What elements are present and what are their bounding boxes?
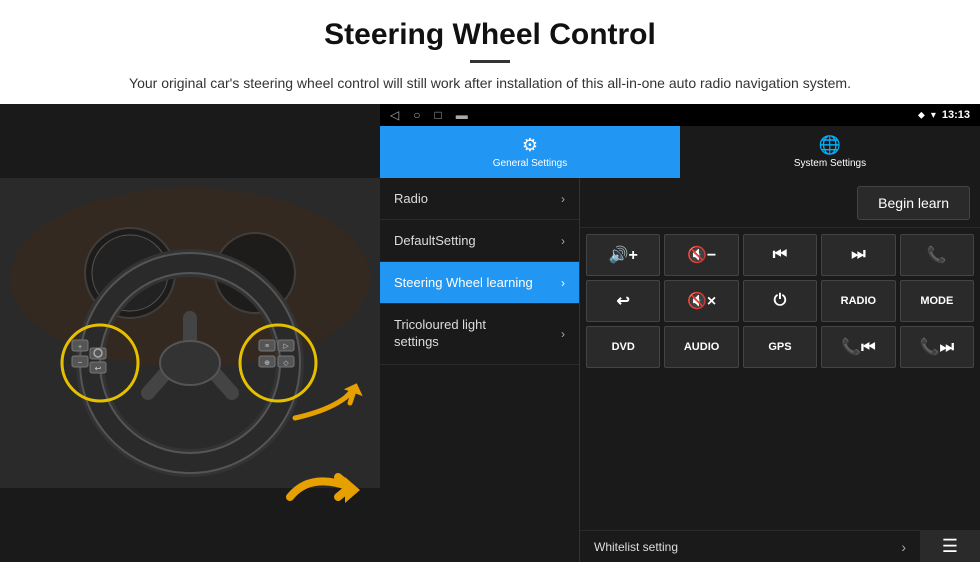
menu-item-steering-label: Steering Wheel learning <box>394 275 533 290</box>
status-bar: ◁ ○ □ ▬ ⬥ ▾ 13:13 <box>380 104 980 126</box>
tel-prev-button[interactable]: 📞⏮ <box>821 326 895 368</box>
tel-prev-icon: 📞⏮ <box>841 337 875 357</box>
android-panel: ◁ ○ □ ▬ ⬥ ▾ 13:13 ⚙ General Settings <box>380 104 980 562</box>
skip-back-icon: ⏮ <box>773 246 787 264</box>
arrow-icon <box>280 452 370 542</box>
recents-icon[interactable]: □ <box>434 108 441 122</box>
svg-text:◇: ◇ <box>283 360 289 367</box>
list-icon: ☰ <box>942 536 958 557</box>
svg-text:↩: ↩ <box>95 364 102 373</box>
whitelist-setting-item[interactable]: Whitelist setting › <box>580 533 920 561</box>
power-button[interactable]: ⏻ <box>743 280 817 322</box>
svg-text:≡: ≡ <box>265 343 269 350</box>
header-divider <box>470 60 510 63</box>
header-section: Steering Wheel Control Your original car… <box>0 0 980 104</box>
tab-bar: ⚙ General Settings 🌐 System Settings <box>380 126 980 178</box>
whitelist-label: Whitelist setting <box>594 540 678 554</box>
svg-text:−: − <box>78 358 83 367</box>
menu-panel: Radio › DefaultSetting › Steering Wheel … <box>380 178 980 562</box>
hangup-icon: ↩ <box>616 291 629 311</box>
svg-text:+: + <box>78 344 82 351</box>
status-icons: ⬥ ▾ 13:13 <box>918 109 970 121</box>
tab-system-label: System Settings <box>794 158 866 169</box>
menu-item-radio[interactable]: Radio › <box>380 178 579 220</box>
control-row-3: DVD AUDIO GPS 📞⏮ <box>586 326 974 368</box>
menu-item-radio-label: Radio <box>394 191 428 206</box>
control-panel: Begin learn 🔊+ 🔇− <box>580 178 980 562</box>
vol-up-button[interactable]: 🔊+ <box>586 234 660 276</box>
mute-icon: 🔇× <box>687 291 716 311</box>
mute-button[interactable]: 🔇× <box>664 280 738 322</box>
volume-up-icon: 🔊+ <box>609 245 638 265</box>
prev-track-button[interactable]: ⏮ <box>743 234 817 276</box>
page-title: Steering Wheel Control <box>20 18 960 52</box>
menu-item-steering[interactable]: Steering Wheel learning › <box>380 262 579 304</box>
menu-icon[interactable]: ▬ <box>456 108 468 122</box>
tab-system-settings[interactable]: 🌐 System Settings <box>680 126 980 178</box>
next-track-button[interactable]: ⏭ <box>821 234 895 276</box>
gear-icon: ⚙ <box>522 135 538 156</box>
begin-learn-row: Begin learn <box>580 178 980 228</box>
phone-answer-button[interactable]: 📞 <box>900 234 974 276</box>
whitelist-bar: Whitelist setting › ☰ <box>580 530 980 562</box>
volume-down-icon: 🔇− <box>687 245 716 265</box>
vol-down-button[interactable]: 🔇− <box>664 234 738 276</box>
header-subtitle: Your original car's steering wheel contr… <box>20 73 960 94</box>
whitelist-icon-area[interactable]: ☰ <box>920 531 980 562</box>
tab-general-label: General Settings <box>493 158 568 169</box>
location-icon: ⬥ <box>918 110 925 121</box>
phone-icon: 📞 <box>927 245 947 265</box>
tel-next-icon: 📞⏭ <box>920 337 954 357</box>
dvd-button[interactable]: DVD <box>586 326 660 368</box>
gps-label: GPS <box>768 341 791 353</box>
chevron-right-icon: › <box>901 539 906 555</box>
steering-image-area: + − ↩ ≡ ▷ ⊕ ◇ <box>0 104 380 562</box>
mode-button[interactable]: MODE <box>900 280 974 322</box>
signal-icon: ▾ <box>931 110 936 121</box>
control-grid: 🔊+ 🔇− ⏮ ⏭ 📞 <box>580 228 980 530</box>
menu-item-default-label: DefaultSetting <box>394 233 476 248</box>
back-icon[interactable]: ◁ <box>390 108 399 122</box>
tab-general-settings[interactable]: ⚙ General Settings <box>380 126 680 178</box>
svg-text:▷: ▷ <box>283 343 289 350</box>
menu-item-tricoloured[interactable]: Tricoloured light settings › <box>380 304 579 365</box>
nav-icons: ◁ ○ □ ▬ <box>390 108 468 122</box>
home-icon[interactable]: ○ <box>413 108 420 122</box>
control-row-1: 🔊+ 🔇− ⏮ ⏭ 📞 <box>586 234 974 276</box>
chevron-right-icon: › <box>561 327 565 341</box>
menu-item-tricoloured-label: Tricoloured light settings <box>394 317 514 351</box>
radio-mode-button[interactable]: RADIO <box>821 280 895 322</box>
chevron-right-icon: › <box>561 276 565 290</box>
begin-learn-button[interactable]: Begin learn <box>857 186 970 220</box>
svg-text:⊕: ⊕ <box>264 360 270 367</box>
hangup-button[interactable]: ↩ <box>586 280 660 322</box>
audio-label: AUDIO <box>684 341 719 353</box>
time-display: 13:13 <box>942 109 970 121</box>
globe-icon: 🌐 <box>819 135 841 156</box>
control-row-2: ↩ 🔇× ⏻ RADIO MO <box>586 280 974 322</box>
mode-label: MODE <box>920 295 953 307</box>
main-content: + − ↩ ≡ ▷ ⊕ ◇ <box>0 104 980 562</box>
page-wrapper: Steering Wheel Control Your original car… <box>0 0 980 562</box>
chevron-right-icon: › <box>561 192 565 206</box>
dvd-label: DVD <box>612 341 635 353</box>
tel-next-button[interactable]: 📞⏭ <box>900 326 974 368</box>
skip-forward-icon: ⏭ <box>851 246 865 264</box>
power-icon: ⏻ <box>774 292 787 310</box>
menu-list: Radio › DefaultSetting › Steering Wheel … <box>380 178 580 562</box>
menu-item-defaultsetting[interactable]: DefaultSetting › <box>380 220 579 262</box>
chevron-right-icon: › <box>561 234 565 248</box>
radio-label: RADIO <box>841 295 876 307</box>
gps-button[interactable]: GPS <box>743 326 817 368</box>
audio-button[interactable]: AUDIO <box>664 326 738 368</box>
